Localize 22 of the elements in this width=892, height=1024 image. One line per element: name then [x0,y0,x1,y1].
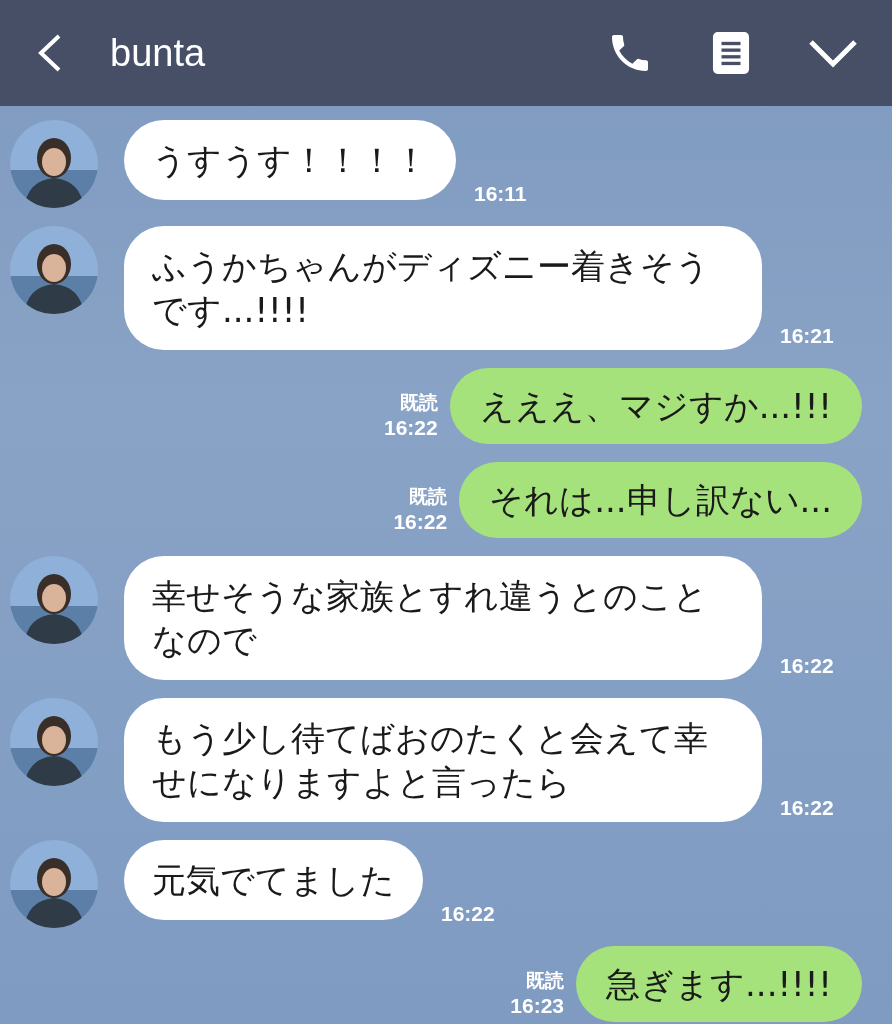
message-time: 16:22 [393,510,448,534]
message-time: 16:22 [383,416,438,440]
note-icon[interactable] [712,31,750,75]
message-bubble: 元気でてました [124,840,423,920]
message-time: 16:11 [474,182,527,206]
chat-title: bunta [110,31,206,75]
message-bubble: ふうかちゃんがディズニー着きそうです...!!!! [124,226,762,350]
message-time: 16:22 [441,902,495,926]
message-bubble: もう少し待てばおのたくと会えて幸せになりますよと言ったら [124,698,762,822]
message-bubble: うすうす！！！！ [124,120,456,200]
read-receipt: 既読 [399,390,438,415]
message-bubble: それは...申し訳ない... [459,462,862,538]
message-time: 16:21 [780,324,834,348]
read-receipt: 既読 [409,484,448,509]
message-time: 16:22 [780,654,834,678]
message-time: 16:22 [780,796,834,820]
read-receipt: 既読 [526,968,565,993]
message-bubble: 急ぎます...!!!! [576,946,862,1022]
message-bubble: えええ、マジすか...!!! [449,368,862,444]
message-bubble: 幸せそうな家族とすれ違うとのことなので [124,556,762,680]
chevron-down-icon[interactable] [808,38,858,68]
message-time: 16:23 [510,994,565,1018]
